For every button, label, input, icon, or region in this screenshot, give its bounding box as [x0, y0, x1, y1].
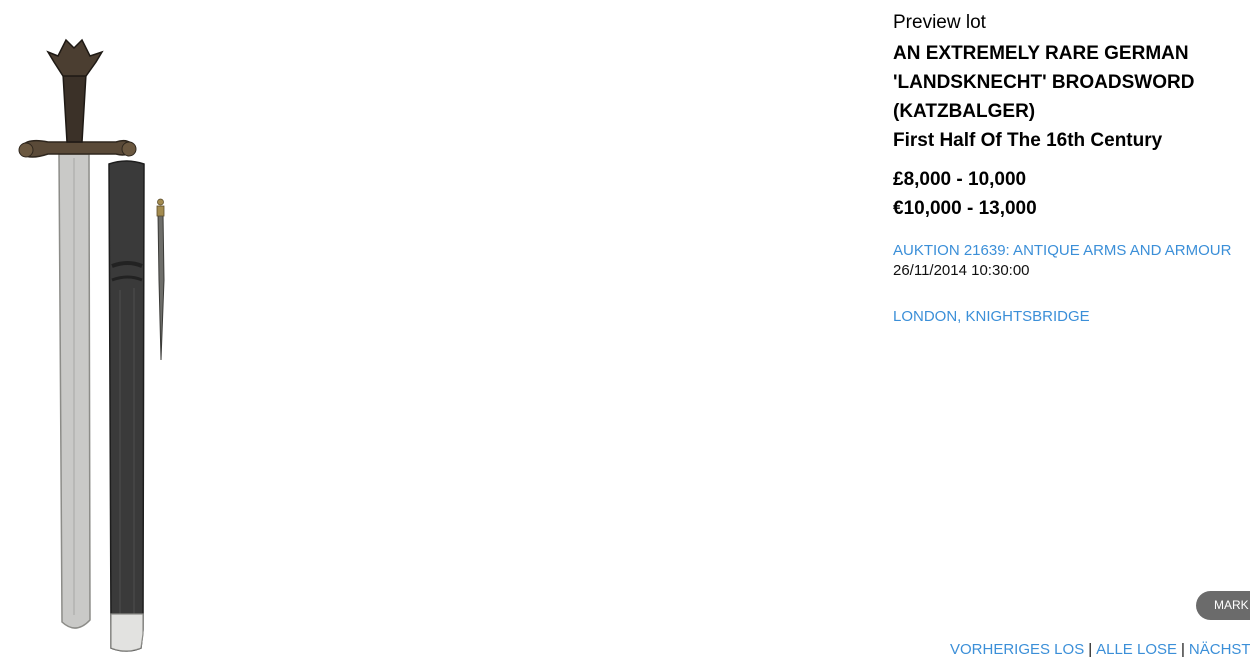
scabbard	[108, 160, 145, 652]
lot-title-line: AN EXTREMELY RARE GERMAN	[893, 43, 1189, 64]
sale-date: 26/11/2014 10:30:00	[893, 262, 1030, 279]
sale-link[interactable]: AUKTION 21639: ANTIQUE ARMS AND ARMOUR	[893, 241, 1250, 261]
location-link[interactable]: LONDON, KNIGHTSBRIDGE	[893, 307, 1250, 327]
nav-separator: |	[1181, 641, 1185, 658]
preview-label: Preview lot	[893, 12, 986, 33]
scabbard-chape	[110, 613, 144, 652]
lot-title-line: 'LANDSKNECHT' BROADSWORD	[893, 72, 1195, 93]
by-knife	[157, 213, 165, 361]
all-lots-link[interactable]: ALLE LOSE	[1096, 641, 1177, 658]
sword-grip	[62, 73, 87, 143]
estimate-eur: €10,000 - 13,000	[893, 198, 1037, 219]
lot-navigation: VORHERIGES LOS | ALLE LOSE | NÄCHST	[950, 640, 1250, 660]
estimate-gbp: £8,000 - 10,000	[893, 169, 1027, 190]
sword-pommel	[46, 38, 104, 77]
mark-button[interactable]: MARK	[1196, 591, 1250, 620]
lot-details: Preview lot AN EXTREMELY RARE GERMAN 'LA…	[893, 11, 1250, 327]
lot-subtitle: First Half Of The 16th Century	[893, 130, 1163, 151]
lot-title: AN EXTREMELY RARE GERMAN 'LANDSKNECHT' B…	[893, 39, 1250, 126]
previous-lot-link[interactable]: VORHERIGES LOS	[950, 641, 1084, 658]
lot-estimates: £8,000 - 10,000 €10,000 - 13,000	[893, 165, 1250, 223]
lot-title-line: (KATZBALGER)	[893, 101, 1036, 122]
next-lot-link[interactable]: NÄCHST	[1189, 641, 1250, 658]
lot-detail-page: Preview lot AN EXTREMELY RARE GERMAN 'LA…	[0, 0, 1250, 660]
nav-separator: |	[1088, 641, 1093, 658]
sword-crossguard	[21, 139, 135, 158]
lot-image[interactable]	[8, 30, 178, 660]
